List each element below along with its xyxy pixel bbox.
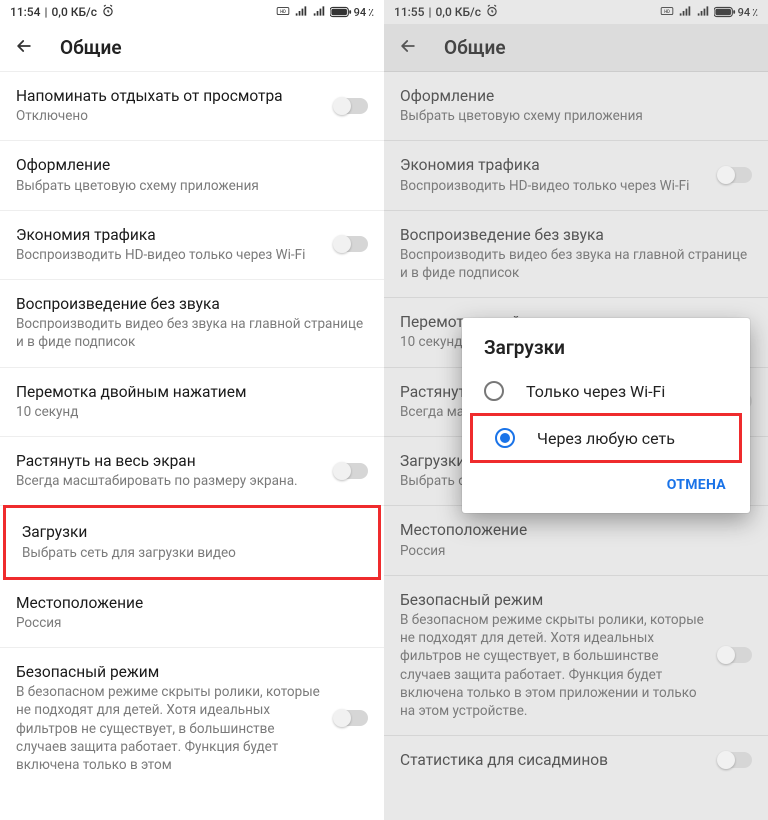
status-right: HD 94٪ xyxy=(276,4,374,21)
status-sep: | xyxy=(44,5,47,19)
status-bar: 11:55 | 0,0 КБ/с HD 94٪ xyxy=(384,0,768,24)
radio-wifi-only[interactable]: Только через Wi-Fi xyxy=(462,369,750,413)
status-left: 11:55 | 0,0 КБ/с xyxy=(394,4,499,21)
toggle[interactable] xyxy=(334,98,368,114)
toggle[interactable] xyxy=(718,167,752,183)
item-sub: Россия xyxy=(16,614,368,632)
cancel-button[interactable]: ОТМЕНА xyxy=(657,469,736,501)
item-title: Безопасный режим xyxy=(16,662,324,682)
battery-icon: 94٪ xyxy=(714,6,758,19)
downloads-dialog: Загрузки Только через Wi-Fi Через любую … xyxy=(462,318,750,513)
radio-label: Только через Wi-Fi xyxy=(526,382,665,401)
settings-list: Напоминать отдыхать от просмотра Отключе… xyxy=(0,72,384,789)
item-sub: Воспроизводить HD-видео только через Wi-… xyxy=(400,177,708,195)
status-bar: 11:54 | 0,0 КБ/с HD 94٪ xyxy=(0,0,384,24)
signal-icon xyxy=(294,4,308,21)
setting-doubletap-seek[interactable]: Перемотка двойным нажатием 10 секунд xyxy=(0,368,384,437)
alarm-icon xyxy=(485,4,499,21)
item-title: Воспроизведение без звука xyxy=(16,294,368,314)
setting-appearance[interactable]: Оформление Выбрать цветовую схему прилож… xyxy=(384,72,768,141)
setting-data-saving[interactable]: Экономия трафика Воспроизводить HD-видео… xyxy=(384,141,768,210)
signal2-icon xyxy=(312,4,326,21)
toggle[interactable] xyxy=(334,236,368,252)
item-title: Экономия трафика xyxy=(16,225,324,245)
status-net: 0,0 КБ/с xyxy=(435,5,481,19)
phone-right: 11:55 | 0,0 КБ/с HD 94٪ Общие Оформление… xyxy=(384,0,768,820)
setting-downloads[interactable]: Загрузки Выбрать сеть для загрузки видео xyxy=(3,505,381,579)
radio-any-network[interactable]: Через любую сеть xyxy=(470,413,742,463)
item-title: Загрузки xyxy=(22,522,362,542)
svg-text:HD: HD xyxy=(664,8,670,13)
item-title: Оформление xyxy=(16,155,368,175)
item-title: Местоположение xyxy=(400,520,752,540)
page-title: Общие xyxy=(444,36,506,59)
item-title: Статистика для сисадминов xyxy=(400,750,708,770)
appbar: Общие xyxy=(384,24,768,72)
phone-left: 11:54 | 0,0 КБ/с HD 94٪ Общие Напоминать… xyxy=(0,0,384,820)
toggle[interactable] xyxy=(334,463,368,479)
item-sub: Выбрать цветовую схему приложения xyxy=(16,177,368,195)
radio-checked-icon xyxy=(495,428,515,448)
status-time: 11:55 xyxy=(394,5,424,19)
setting-stats-for-nerds[interactable]: Статистика для сисадминов xyxy=(384,736,768,785)
setting-location[interactable]: Местоположение Россия xyxy=(0,579,384,648)
setting-restricted-mode[interactable]: Безопасный режим В безопасном режиме скр… xyxy=(0,648,384,789)
item-sub: Выбрать сеть для загрузки видео xyxy=(22,544,362,562)
page-title: Общие xyxy=(60,36,122,59)
volte-icon: HD xyxy=(660,4,674,21)
status-net: 0,0 КБ/с xyxy=(51,5,97,19)
alarm-icon xyxy=(101,4,115,21)
battery-icon: 94٪ xyxy=(330,6,374,19)
item-title: Перемотка двойным нажатием xyxy=(16,382,368,402)
back-icon[interactable] xyxy=(398,36,418,60)
toggle[interactable] xyxy=(334,710,368,726)
setting-muted-playback[interactable]: Воспроизведение без звука Воспроизводить… xyxy=(0,280,384,368)
item-sub: Выбрать цветовую схему приложения xyxy=(400,107,752,125)
svg-text:HD: HD xyxy=(280,8,286,13)
status-left: 11:54 | 0,0 КБ/с xyxy=(10,4,115,21)
setting-appearance[interactable]: Оформление Выбрать цветовую схему прилож… xyxy=(0,141,384,210)
appbar: Общие xyxy=(0,24,384,72)
item-title: Напоминать отдыхать от просмотра xyxy=(16,86,324,106)
setting-restricted-mode[interactable]: Безопасный режим В безопасном режиме скр… xyxy=(384,576,768,736)
back-icon[interactable] xyxy=(14,36,34,60)
item-sub: Отключено xyxy=(16,107,324,125)
item-title: Местоположение xyxy=(16,593,368,613)
radio-label: Через любую сеть xyxy=(537,429,675,448)
item-sub: В безопасном режиме скрыты ролики, котор… xyxy=(400,611,708,720)
dialog-actions: ОТМЕНА xyxy=(462,463,750,505)
setting-data-saving[interactable]: Экономия трафика Воспроизводить HD-видео… xyxy=(0,211,384,280)
item-sub: Воспроизводить видео без звука на главно… xyxy=(400,246,752,282)
status-right: HD 94٪ xyxy=(660,4,758,21)
setting-location[interactable]: Местоположение Россия xyxy=(384,506,768,575)
setting-zoom-fill[interactable]: Растянуть на весь экран Всегда масштабир… xyxy=(0,437,384,506)
status-time: 11:54 xyxy=(10,5,40,19)
toggle[interactable] xyxy=(718,647,752,663)
setting-remind-break[interactable]: Напоминать отдыхать от просмотра Отключе… xyxy=(0,72,384,141)
item-sub: Россия xyxy=(400,542,752,560)
item-title: Растянуть на весь экран xyxy=(16,451,324,471)
signal2-icon xyxy=(696,4,710,21)
item-title: Воспроизведение без звука xyxy=(400,225,752,245)
item-sub: Всегда масштабировать по размеру экрана. xyxy=(16,472,324,490)
radio-unchecked-icon xyxy=(484,381,504,401)
toggle[interactable] xyxy=(718,752,752,768)
item-title: Безопасный режим xyxy=(400,590,708,610)
item-sub: В безопасном режиме скрыты ролики, котор… xyxy=(16,683,324,774)
status-sep: | xyxy=(428,5,431,19)
signal-icon xyxy=(678,4,692,21)
setting-muted-playback[interactable]: Воспроизведение без звука Воспроизводить… xyxy=(384,211,768,299)
item-title: Оформление xyxy=(400,86,752,106)
item-sub: Воспроизводить HD-видео только через Wi-… xyxy=(16,246,324,264)
volte-icon: HD xyxy=(276,4,290,21)
item-title: Экономия трафика xyxy=(400,155,708,175)
item-sub: Воспроизводить видео без звука на главно… xyxy=(16,315,368,351)
item-sub: 10 секунд xyxy=(16,403,368,421)
dialog-title: Загрузки xyxy=(462,336,750,369)
